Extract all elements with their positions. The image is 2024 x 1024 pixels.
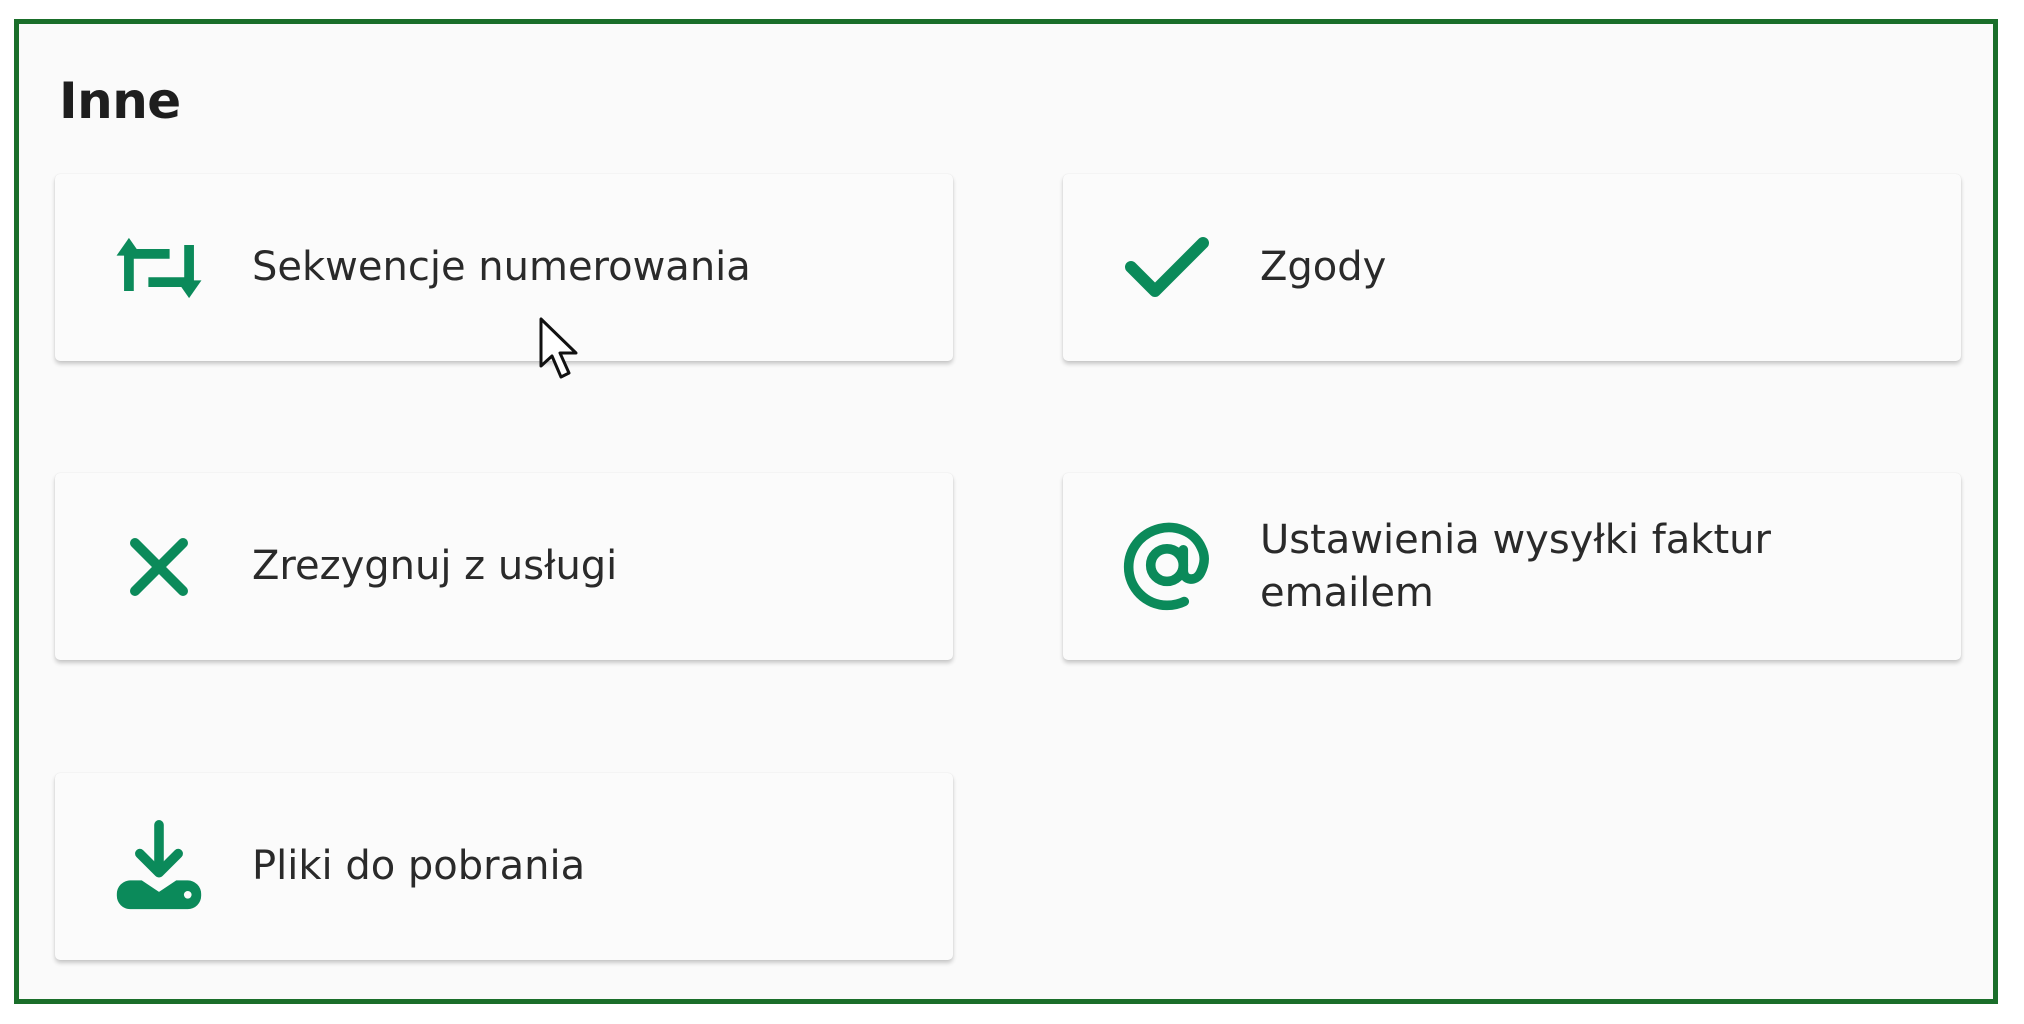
- section-title: Inne: [59, 72, 181, 130]
- card-cancel-service[interactable]: Zrezygnuj z usługi: [55, 473, 953, 660]
- close-x-icon: [113, 521, 205, 613]
- at-sign-icon: [1121, 521, 1213, 613]
- section-frame: Inne Sekwencje numerowania Zgody Zrezygn…: [14, 19, 1998, 1004]
- card-label: Ustawienia wysyłki faktur emailem: [1260, 516, 1771, 616]
- checkmark-icon: [1121, 222, 1213, 314]
- card-label: Zrezygnuj z usługi: [252, 543, 618, 590]
- card-label: Sekwencje numerowania: [252, 244, 751, 291]
- card-consents[interactable]: Zgody: [1063, 174, 1961, 361]
- card-downloads[interactable]: Pliki do pobrania: [55, 773, 953, 960]
- download-tray-icon: [113, 820, 205, 913]
- card-label: Pliki do pobrania: [252, 843, 586, 890]
- card-numbering-sequences[interactable]: Sekwencje numerowania: [55, 174, 953, 361]
- card-invoice-email-settings[interactable]: Ustawienia wysyłki faktur emailem: [1063, 473, 1961, 660]
- repeat-arrows-icon: [113, 222, 205, 314]
- card-label: Zgody: [1260, 244, 1387, 291]
